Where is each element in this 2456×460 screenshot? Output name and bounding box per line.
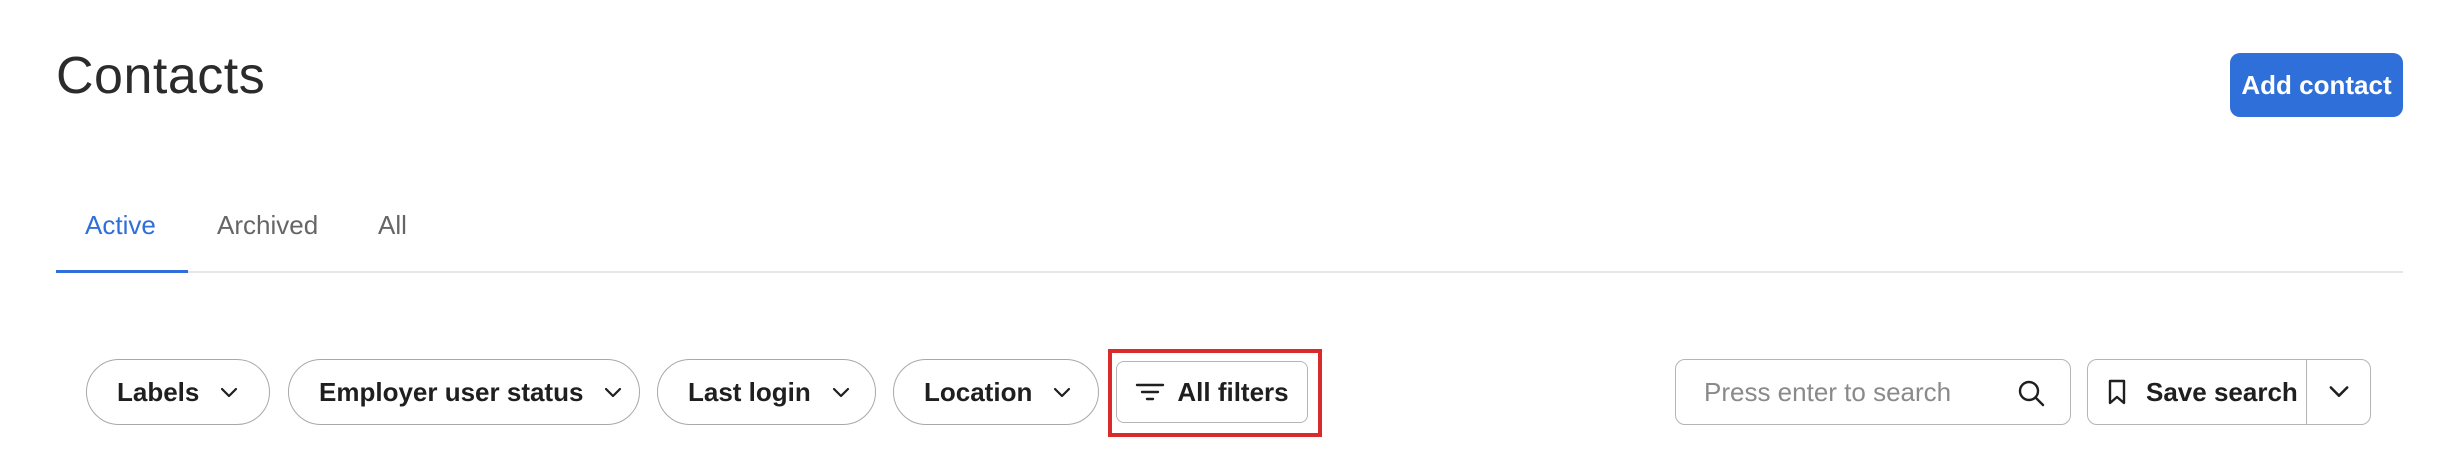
- tab-archived-label: Archived: [217, 210, 319, 240]
- tab-all-label: All: [378, 210, 407, 240]
- page-title: Contacts: [56, 47, 266, 105]
- employer-user-status-filter-label: Employer user status: [319, 376, 584, 407]
- last-login-filter-dropdown[interactable]: Last login: [657, 359, 876, 425]
- labels-filter-label: Labels: [117, 376, 200, 407]
- search-input[interactable]: [1704, 376, 2004, 408]
- chevron-down-icon: [1050, 380, 1074, 404]
- tab-all[interactable]: All: [378, 210, 407, 273]
- all-filters-button[interactable]: All filters: [1116, 361, 1308, 423]
- chevron-down-icon: [829, 380, 853, 404]
- tab-bar: Active Archived All: [56, 200, 2403, 273]
- filter-icon: [1135, 380, 1165, 404]
- save-search-options-button[interactable]: [2307, 360, 2370, 424]
- location-filter-label: Location: [924, 376, 1033, 407]
- all-filters-label: All filters: [1177, 376, 1289, 407]
- add-contact-button[interactable]: Add contact: [2230, 53, 2403, 117]
- last-login-filter-label: Last login: [688, 376, 811, 407]
- save-search-button[interactable]: Save search: [2088, 360, 2307, 424]
- chevron-down-icon: [217, 380, 241, 404]
- employer-user-status-filter-dropdown[interactable]: Employer user status: [288, 359, 640, 425]
- tab-active[interactable]: Active: [85, 210, 156, 273]
- search-box: [1675, 359, 2071, 425]
- search-icon[interactable]: [2016, 378, 2046, 408]
- save-search-split-button: Save search: [2087, 359, 2371, 425]
- save-search-label: Save search: [2146, 376, 2298, 407]
- location-filter-dropdown[interactable]: Location: [893, 359, 1099, 425]
- chevron-down-icon: [2325, 377, 2353, 408]
- bookmark-icon: [2106, 378, 2128, 406]
- active-tab-indicator: [56, 270, 188, 273]
- tab-archived[interactable]: Archived: [217, 210, 318, 273]
- chevron-down-icon: [601, 380, 625, 404]
- labels-filter-dropdown[interactable]: Labels: [86, 359, 270, 425]
- tab-active-label: Active: [85, 210, 156, 240]
